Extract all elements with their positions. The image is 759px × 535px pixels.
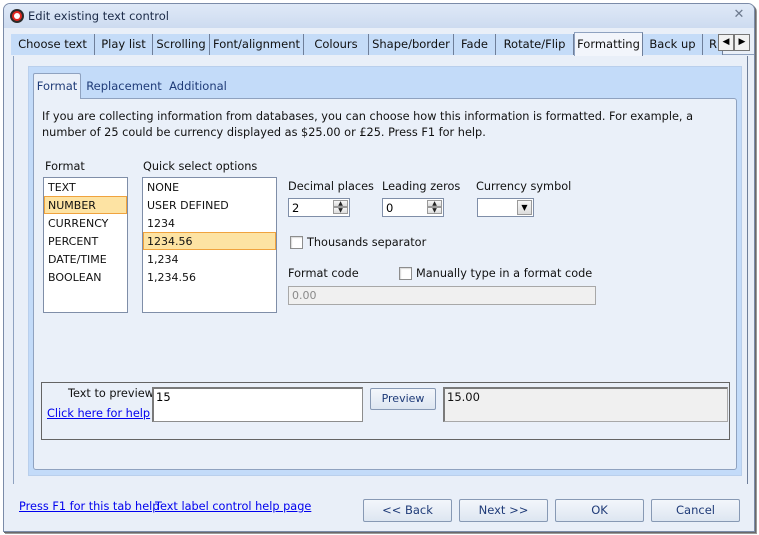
format-listbox[interactable]: TEXT NUMBER CURRENCY PERCENT DATE/TIME B… <box>43 177 128 313</box>
thousands-separator-label[interactable]: Thousands separator <box>307 236 426 249</box>
tab-back-up[interactable]: Back up <box>643 34 703 55</box>
leading-zeros-label: Leading zeros <box>382 180 461 193</box>
tab-scrolling[interactable]: Scrolling <box>153 34 210 55</box>
leading-zeros-stepper[interactable]: 0 ▲ ▼ <box>382 198 444 217</box>
tab-help-link[interactable]: Press F1 for this tab help <box>19 500 159 513</box>
chevron-down-icon[interactable]: ▼ <box>517 200 532 215</box>
subtab-format[interactable]: Format <box>33 73 81 99</box>
spin-down-icon[interactable]: ▼ <box>427 207 442 214</box>
cancel-button[interactable]: Cancel <box>651 499 740 522</box>
ok-button[interactable]: OK <box>555 499 644 522</box>
preview-button[interactable]: Preview <box>370 388 436 410</box>
leading-zeros-value: 0 <box>386 201 394 215</box>
quick-option[interactable]: NONE <box>143 178 276 196</box>
currency-symbol-select[interactable]: ▼ <box>477 198 534 217</box>
tab-play-list[interactable]: Play list <box>95 34 153 55</box>
next-button[interactable]: Next >> <box>459 499 548 522</box>
tab-content: Format Replacement Additional If you are… <box>13 56 748 484</box>
preview-text-input[interactable]: 15 <box>152 387 363 422</box>
thousands-separator-checkbox[interactable] <box>290 236 303 249</box>
spin-up-icon[interactable]: ▲ <box>427 200 442 207</box>
format-panel: If you are collecting information from d… <box>33 98 737 470</box>
tab-shape-border[interactable]: Shape/border <box>369 34 454 55</box>
quick-select-listbox[interactable]: NONE USER DEFINED 1234 1234.56 1,234 1,2… <box>142 177 277 313</box>
subtab-additional[interactable]: Additional <box>166 75 230 99</box>
decimal-places-value: 2 <box>292 201 300 215</box>
tab-rotate-flip[interactable]: Rotate/Flip <box>496 34 574 55</box>
decimal-places-stepper[interactable]: 2 ▲ ▼ <box>288 198 350 217</box>
format-code-label: Format code <box>288 267 359 280</box>
window-title: Edit existing text control <box>28 9 169 23</box>
quick-option[interactable]: USER DEFINED <box>143 196 276 214</box>
format-option-percent[interactable]: PERCENT <box>44 232 127 250</box>
app-logo-icon <box>10 9 24 23</box>
manual-format-label[interactable]: Manually type in a format code <box>416 267 592 280</box>
tab-scroll-right-icon[interactable]: ▶ <box>734 34 750 51</box>
tab-choose-text[interactable]: Choose text <box>11 34 95 55</box>
control-help-link[interactable]: Text label control help page <box>155 500 311 513</box>
decimal-places-label: Decimal places <box>288 180 374 193</box>
preview-help-link[interactable]: Click here for help <box>47 407 150 420</box>
dialog-window: Edit existing text control ✕ Choose text… <box>3 3 755 532</box>
format-code-input[interactable]: 0.00 <box>288 286 596 305</box>
format-label: Format <box>45 160 85 173</box>
quick-option[interactable]: 1,234 <box>143 250 276 268</box>
quick-option-selected[interactable]: 1234.56 <box>143 232 276 250</box>
format-option-datetime[interactable]: DATE/TIME <box>44 250 127 268</box>
subtab-replacement[interactable]: Replacement <box>85 75 163 99</box>
tab-formatting[interactable]: Formatting <box>574 32 643 56</box>
tab-scroll-left-icon[interactable]: ◀ <box>718 34 734 51</box>
format-option-boolean[interactable]: BOOLEAN <box>44 268 127 286</box>
format-description: If you are collecting information from d… <box>42 110 694 139</box>
formatting-frame: Format Replacement Additional If you are… <box>28 66 742 476</box>
format-option-number[interactable]: NUMBER <box>44 196 127 214</box>
main-tabs: Choose text Play list Scrolling Font/ali… <box>11 32 754 56</box>
tab-font-alignment[interactable]: Font/alignment <box>210 34 304 55</box>
text-to-preview-label: Text to preview <box>68 387 154 400</box>
manual-format-checkbox[interactable] <box>399 267 412 280</box>
preview-output: 15.00 <box>443 387 728 422</box>
close-icon[interactable]: ✕ <box>732 8 746 22</box>
quick-select-label: Quick select options <box>143 160 258 173</box>
quick-option[interactable]: 1,234.56 <box>143 268 276 286</box>
preview-group: Text to preview Click here for help 15 P… <box>41 382 730 440</box>
format-option-currency[interactable]: CURRENCY <box>44 214 127 232</box>
title-bar: Edit existing text control ✕ <box>4 4 754 28</box>
tab-fade[interactable]: Fade <box>454 34 496 55</box>
format-option-text[interactable]: TEXT <box>44 178 127 196</box>
quick-option[interactable]: 1234 <box>143 214 276 232</box>
tab-colours[interactable]: Colours <box>304 34 369 55</box>
currency-symbol-label: Currency symbol <box>476 180 572 193</box>
spin-down-icon[interactable]: ▼ <box>333 207 348 214</box>
spin-up-icon[interactable]: ▲ <box>333 200 348 207</box>
back-button[interactable]: << Back <box>363 499 452 522</box>
